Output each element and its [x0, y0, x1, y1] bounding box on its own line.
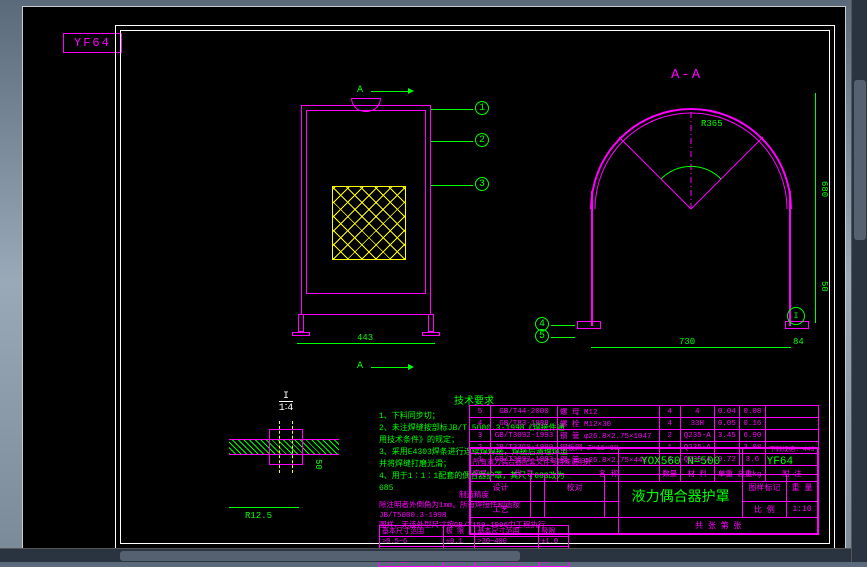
dim-arch-h-text: 680 [819, 181, 829, 197]
section-title: A-A [671, 67, 702, 83]
title-model: YOX560 N=500 [619, 449, 742, 475]
detail-dim-h: 50 [313, 459, 323, 470]
drawing-title: 液力偶合器护罩 [619, 475, 742, 517]
leader-2 [431, 141, 473, 142]
foot-left [292, 332, 310, 336]
horizontal-scrollbar[interactable] [0, 548, 851, 562]
arch-rails [591, 191, 791, 326]
drawing-code-label: YF64 [63, 33, 122, 53]
sheet-indicator: 共 张 第 张 [619, 517, 818, 533]
section-arrow-top [371, 91, 411, 92]
detail-i-title: I 1∶4 [221, 391, 351, 414]
bolt-axis [279, 421, 293, 473]
dim-arch-w-text: 730 [679, 337, 695, 347]
title-block: 所有液力偶合器配套文件号特殊说明外 YOX560 N=500 YF64 设计 校… [469, 447, 819, 535]
section-a-a: A-A R365 4 5 [551, 71, 831, 331]
dim-arch-w [591, 347, 791, 348]
section-arrow-bot-label: A [357, 361, 363, 372]
dim-foot-off-text: 84 [793, 337, 804, 347]
dim-radius: R365 [701, 119, 723, 129]
table-row: 4GB/T83-1988螺 栓 M12×30433H0.050.16 [470, 418, 819, 430]
detail-dim-w: R12.5 [245, 511, 272, 521]
table-row: >0.5~6±0.1>30~400±1.0 [380, 537, 569, 547]
leader-3 [431, 185, 473, 186]
dim-arch-gap-text: 50 [819, 281, 829, 292]
scrollbar-thumb[interactable] [854, 80, 866, 240]
leader-4 [551, 325, 575, 326]
leader-1 [431, 109, 473, 110]
bubble-3: 3 [475, 177, 489, 191]
section-arrow-bot [371, 367, 411, 368]
bubble-5: 5 [535, 329, 549, 343]
table-row: 3GB/T3092-1993钢 管 φ26.8×2.75×10472Q235-A… [470, 430, 819, 442]
elevation-view: A 1 2 3 [261, 85, 481, 345]
dim-plan-width [297, 343, 435, 344]
bubble-1: 1 [475, 101, 489, 115]
foot-right [422, 332, 440, 336]
scrollbar-thumb[interactable] [120, 551, 520, 561]
detail-dim-line [229, 507, 299, 508]
detail-callout-i: I [787, 307, 805, 325]
leg-left [298, 314, 304, 332]
guard-body [301, 105, 431, 315]
leader-5 [551, 337, 575, 338]
detail-i-view: I 1∶4 50 R12.5 [221, 391, 351, 551]
arch-foot-l [577, 321, 601, 329]
section-arrow-top-label: A [357, 85, 363, 96]
mesh-panel [332, 186, 406, 260]
outer-frame: A 1 2 3 [115, 25, 835, 549]
leg-right [428, 314, 434, 332]
vertical-scrollbar[interactable] [851, 0, 867, 562]
dim-arch-h [815, 93, 816, 323]
title-row1: 所有液力偶合器配套文件号特殊说明外 [471, 449, 619, 475]
dim-plan-width-text: 443 [357, 333, 373, 343]
bubble-2: 2 [475, 133, 489, 147]
drawing-sheet: YF64 A 1 2 [22, 6, 846, 556]
inner-frame: A 1 2 3 [120, 30, 830, 544]
table-row: 5GB/T44-2000螺 母 M12440.040.08 [470, 406, 819, 418]
title-code: YF64 [742, 449, 817, 475]
